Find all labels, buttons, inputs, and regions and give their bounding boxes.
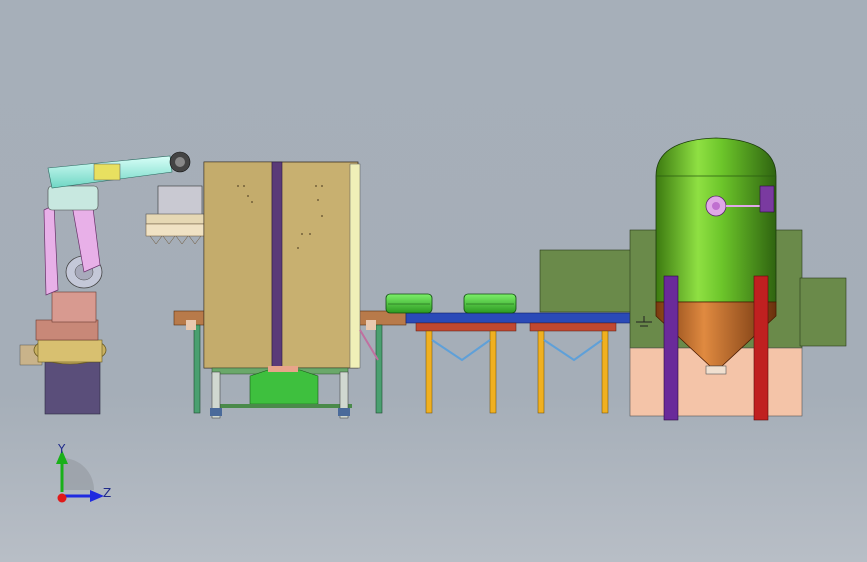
pressure-vessel[interactable]	[539, 137, 847, 421]
y-axis-label: Y	[58, 442, 66, 456]
z-axis-label: Z	[103, 486, 112, 500]
processing-cabinet[interactable]	[203, 161, 379, 419]
robot-gripper[interactable]	[145, 185, 209, 245]
green-workpiece[interactable]	[463, 293, 517, 314]
roller-conveyor[interactable]	[405, 312, 633, 414]
assembly-drawing[interactable]	[0, 0, 867, 562]
green-workpiece[interactable]	[385, 293, 433, 314]
cad-viewport[interactable]: Y Z	[0, 0, 867, 562]
origin-marker	[57, 493, 67, 503]
coordinate-triad	[56, 450, 104, 503]
